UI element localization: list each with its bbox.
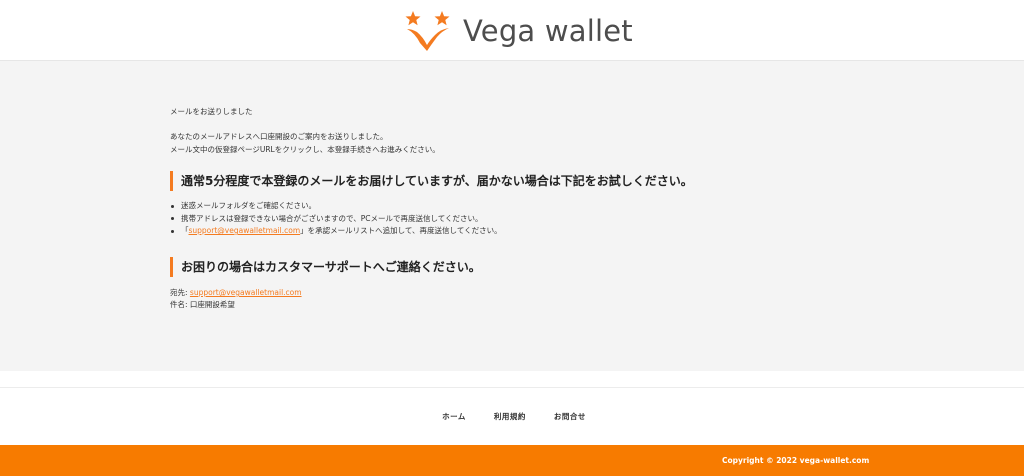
footer-nav: ホーム 利用規約 お問合せ <box>0 388 1024 445</box>
section-heading-support: お困りの場合はカスタマーサポートへご連絡ください。 <box>170 257 481 277</box>
contact-subject: 件名: 口座開設希望 <box>170 300 235 309</box>
list-item: 迷惑メールフォルダをご確認ください。 <box>170 200 502 213</box>
copyright-text: Copyright © 2022 vega-wallet.com <box>722 456 870 465</box>
spacer <box>0 371 1024 388</box>
to-label: 宛先: <box>170 288 190 297</box>
site-logo[interactable]: Vega wallet <box>405 8 633 54</box>
list-item: 携帯アドレスは登録できない場合がございますので、PCメールで再度送信してください… <box>170 213 502 226</box>
main-content: メールをお送りしました あなたのメールアドレスへ口座開設のご案内をお送りしました… <box>0 61 1024 371</box>
list-item: 「support@vegawalletmail.com」を承認メールリストへ追加… <box>170 225 502 238</box>
logo-text: Vega wallet <box>463 14 633 48</box>
section-heading-troubleshoot: 通常5分程度で本登録のメールをお届けしていますが、届かない場合は下記をお試しくだ… <box>170 171 693 191</box>
footer-link-home[interactable]: ホーム <box>442 411 466 422</box>
sent-title: メールをお送りしました <box>170 107 253 116</box>
support-email-link[interactable]: support@vegawalletmail.com <box>189 226 301 235</box>
troubleshoot-list: 迷惑メールフォルダをご確認ください。 携帯アドレスは登録できない場合がございます… <box>170 200 502 238</box>
support-email-link[interactable]: support@vegawalletmail.com <box>190 288 302 297</box>
bracket-open: 「 <box>181 226 189 235</box>
footer-link-contact[interactable]: お問合せ <box>554 411 586 422</box>
footer-link-terms[interactable]: 利用規約 <box>494 411 526 422</box>
list-item-text: 」を承認メールリストへ追加して、再度送信してください。 <box>300 226 502 235</box>
intro-line-1: あなたのメールアドレスへ口座開設のご案内をお送りしました。 <box>170 132 388 141</box>
footer-bar: Copyright © 2022 vega-wallet.com <box>0 445 1024 476</box>
site-header: Vega wallet <box>0 0 1024 61</box>
list-item-text: 迷惑メールフォルダをご確認ください。 <box>181 201 316 210</box>
intro-line-2: メール文中の仮登録ページURLをクリックし、本登録手続きへお進みください。 <box>170 145 440 154</box>
stars-v-icon <box>405 11 450 51</box>
contact-to: 宛先: support@vegawalletmail.com <box>170 287 302 299</box>
list-item-text: 携帯アドレスは登録できない場合がございますので、PCメールで再度送信してください… <box>181 213 483 223</box>
